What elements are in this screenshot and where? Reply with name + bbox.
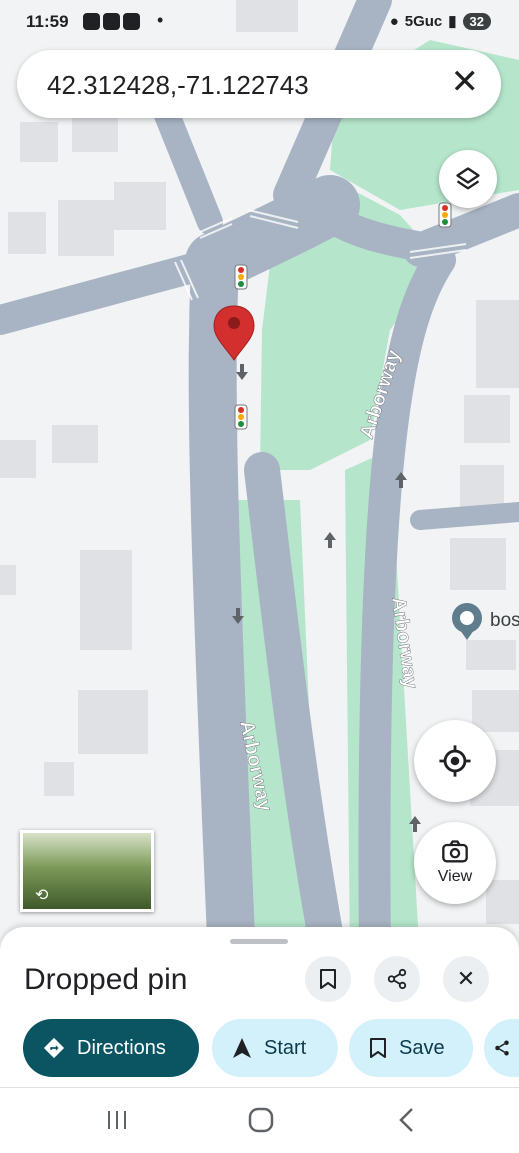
traffic-light-icon [234, 404, 248, 430]
street-view-rotate-icon: ⟲ [35, 887, 49, 904]
bookmark-icon [370, 1038, 386, 1058]
sheet-drag-handle[interactable] [230, 939, 288, 944]
home-icon[interactable] [248, 1107, 274, 1133]
notification-icon [83, 13, 100, 30]
status-bar: 11:59 • ● 5Guc ▮ 32 [0, 0, 519, 46]
place-label[interactable]: bos [490, 610, 519, 631]
traffic-light-icon [234, 264, 248, 290]
share-chip[interactable] [484, 1019, 519, 1077]
map-canvas[interactable]: Arborway Arborway Arborway bos [0, 0, 519, 960]
start-button[interactable]: Start [212, 1019, 338, 1077]
battery-level: 32 [462, 12, 491, 30]
directions-label: Directions [77, 1036, 166, 1059]
directions-button[interactable]: Directions [23, 1019, 199, 1077]
notification-icons [83, 13, 140, 30]
close-icon: ✕ [456, 966, 476, 991]
back-icon[interactable] [396, 1107, 418, 1133]
search-bar[interactable]: 42.312428,-71.122743 ✕ [17, 50, 501, 118]
street-view-thumbnail[interactable]: ⟲ [20, 830, 154, 912]
layers-button[interactable] [439, 150, 497, 208]
lens-camera-icon [442, 840, 468, 863]
traffic-light-icon [438, 202, 452, 228]
status-dot: • [157, 10, 164, 30]
start-label: Start [264, 1036, 307, 1059]
share-button[interactable] [374, 956, 420, 1002]
close-sheet-button[interactable]: ✕ [443, 956, 489, 1002]
view-button[interactable]: View [414, 822, 496, 904]
network-type: 5Guc [404, 12, 443, 30]
navigation-arrow-icon [233, 1038, 251, 1058]
status-right: ● 5Guc ▮ 32 [390, 12, 491, 30]
save-label: Save [399, 1036, 445, 1059]
system-nav-bar [0, 1087, 519, 1153]
my-location-button[interactable] [414, 720, 496, 802]
place-sheet[interactable]: Dropped pin ✕ Directions Start Save [0, 927, 519, 1087]
close-icon[interactable]: ✕ [451, 64, 480, 100]
directions-diamond-icon [43, 1037, 65, 1059]
crosshair-icon [439, 745, 471, 777]
search-query[interactable]: 42.312428,-71.122743 [47, 70, 309, 101]
save-icon-button[interactable] [305, 956, 351, 1002]
save-button[interactable]: Save [349, 1019, 473, 1077]
layers-icon [456, 167, 480, 190]
place-title: Dropped pin [24, 963, 188, 996]
bookmark-icon [320, 969, 336, 989]
share-icon [494, 1040, 509, 1056]
signal-icon: ▮ [448, 13, 457, 30]
notification-icon [103, 13, 120, 30]
view-label: View [437, 868, 473, 885]
recent-apps-icon[interactable] [105, 1108, 129, 1132]
share-icon [387, 968, 407, 990]
status-time: 11:59 [26, 12, 69, 31]
notification-icon [123, 13, 140, 30]
location-icon: ● [389, 12, 399, 30]
